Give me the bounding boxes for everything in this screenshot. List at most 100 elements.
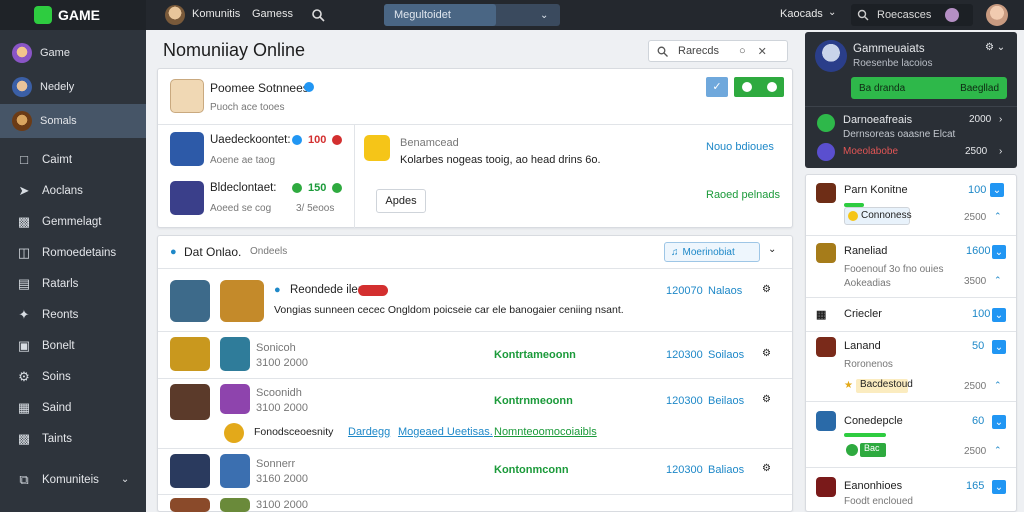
divider — [806, 235, 1016, 236]
panel-action-button[interactable]: Ba dranda Baegllad — [851, 77, 1007, 99]
sidebar-item-reonts[interactable]: ✦ Reonts — [0, 299, 146, 330]
dropdown-value: Megultoidet — [384, 4, 496, 26]
row-stat: 120070 — [666, 285, 703, 297]
chevron-down-icon[interactable]: ⌄ — [768, 244, 776, 255]
feed-link[interactable]: Nouo bdioues — [706, 141, 774, 153]
kaocads-menu[interactable]: Kaocads — [780, 8, 823, 20]
game-thumb[interactable] — [170, 384, 210, 420]
refresh-icon[interactable]: ○ — [739, 45, 746, 57]
chevron-up-icon[interactable]: ⌃ — [994, 211, 1002, 222]
logo-icon — [34, 6, 52, 24]
check-button[interactable]: ✓ — [706, 77, 728, 97]
divider — [158, 124, 792, 125]
sidebar-item-saind[interactable]: ▦ Saind — [0, 392, 146, 423]
close-icon[interactable]: ✕ — [758, 45, 767, 58]
chevron-up-icon[interactable]: ⌃ — [994, 380, 1002, 391]
user-extra: 3/ 5eoos — [296, 203, 335, 214]
list-name: Criecler — [844, 308, 882, 320]
user-count: 150 — [308, 182, 327, 194]
row-link[interactable]: Nomnteoomocoiaibls — [494, 426, 597, 438]
game-thumb[interactable] — [170, 280, 210, 322]
sidebar-item-bonelt[interactable]: ▣ Bonelt — [0, 330, 146, 361]
game-thumb[interactable] — [220, 498, 250, 512]
verified-icon — [292, 135, 302, 145]
game-thumb[interactable] — [220, 280, 264, 322]
settings-icon[interactable]: ⚙ — [762, 394, 771, 405]
expand-button[interactable]: ⌄ — [992, 245, 1006, 259]
controller-icon: ▩ — [17, 213, 31, 229]
sidebar-item-romoedetains[interactable]: ◫ Romoedetains — [0, 237, 146, 268]
game-thumb[interactable] — [220, 454, 250, 488]
right-dark-panel: Gammeuaiats ⚙ ⌄ Roesenbe lacoios Ba dran… — [805, 32, 1017, 168]
user-avatar[interactable] — [986, 4, 1008, 26]
search-value: Rarecds — [678, 45, 719, 57]
search-input[interactable]: Roecasces — [851, 4, 973, 26]
feed-icon — [364, 135, 390, 161]
apdes-button[interactable]: Apdes — [376, 189, 426, 213]
expand-button[interactable]: ⌄ — [990, 183, 1004, 197]
sidebar-item-gemmelagt[interactable]: ▩ Gemmelagt — [0, 206, 146, 237]
feed-link[interactable]: Raoed pelnads — [706, 189, 780, 201]
game-thumb[interactable] — [170, 454, 210, 488]
gear-icon[interactable]: ⚙ ⌄ — [985, 42, 1005, 53]
sidebar-item-caimt[interactable]: □ Caimt — [0, 144, 146, 175]
page-title: Nomuniiay Online — [163, 40, 306, 60]
nav-games[interactable]: Gamess — [252, 8, 293, 20]
divider — [805, 106, 1017, 107]
filter-dropdown[interactable]: ♫ Moerinobiat — [664, 242, 760, 262]
search-icon[interactable] — [311, 8, 325, 22]
main-dropdown[interactable]: Megultoidet ⌄ — [384, 4, 560, 26]
game-thumb[interactable] — [220, 337, 250, 371]
row-link[interactable]: Fonodsceoesnity — [254, 426, 333, 438]
sidebar-item-game[interactable]: Game — [0, 36, 146, 70]
panel-title: Gammeuaiats — [853, 43, 925, 55]
button-label: Ba dranda — [859, 82, 906, 94]
row-status: Kontrnmeoonn — [494, 395, 573, 407]
expand-button[interactable]: ⌄ — [992, 308, 1006, 322]
app-logo[interactable]: GAME — [0, 0, 146, 30]
online-icon: ● — [170, 246, 177, 258]
game-icon — [816, 477, 836, 497]
row-link[interactable]: Mogeaed Ueetisas. — [398, 426, 493, 438]
chevron-up-icon[interactable]: ⌃ — [994, 445, 1002, 456]
progress-bar — [844, 433, 886, 437]
game-thumb[interactable] — [170, 498, 210, 512]
row-stat-label: Baliaos — [708, 464, 745, 476]
settings-icon[interactable]: ⚙ — [762, 348, 771, 359]
game-icon: ▦ — [816, 309, 827, 321]
settings-icon[interactable]: ⚙ — [762, 463, 771, 474]
row-link[interactable]: Dardegg — [348, 426, 390, 438]
nav-komunitis[interactable]: Komunitis — [192, 8, 240, 20]
sidebar-item-aoclans[interactable]: ➤ Aoclans — [0, 175, 146, 206]
sidebar-item-label: Aoclans — [42, 184, 83, 197]
avatar — [170, 79, 204, 113]
status-icon — [332, 183, 342, 193]
sidebar-item-label: Somals — [40, 115, 77, 127]
chevron-down-icon[interactable]: ⌄ — [828, 7, 836, 18]
divider — [806, 297, 1016, 298]
avatar[interactable] — [165, 5, 185, 25]
settings-icon[interactable]: ⚙ — [762, 284, 771, 295]
game-thumb[interactable] — [170, 337, 210, 371]
expand-button[interactable]: ⌄ — [992, 340, 1006, 354]
list-num: 2500 — [964, 446, 987, 457]
sidebar-item-soins[interactable]: ⚙ Soins — [0, 361, 146, 392]
sidebar-item-nedely[interactable]: Nedely — [0, 70, 146, 104]
music-icon: ♫ — [671, 246, 679, 258]
sidebar-item-somals[interactable]: Somals — [0, 104, 146, 138]
sidebar-item-komuniteis[interactable]: ⧉ Komuniteis ⌄ — [0, 464, 146, 495]
tag-chip: Bacdestoud — [856, 379, 913, 393]
sidebar-item-label: Saind — [42, 401, 72, 414]
main-search[interactable]: Rarecds ○ ✕ — [648, 40, 788, 62]
sidebar-item-taints[interactable]: ▩ Taints — [0, 423, 146, 454]
profile-subtitle: Puoch ace tooes — [210, 102, 285, 113]
expand-button[interactable]: ⌄ — [992, 415, 1006, 429]
chevron-right-icon[interactable]: › — [999, 114, 1002, 125]
chevron-right-icon[interactable]: › — [999, 146, 1002, 157]
panel-row-value: 2500 — [965, 146, 988, 157]
toggle-button[interactable] — [734, 77, 784, 97]
game-thumb[interactable] — [220, 384, 250, 414]
chevron-up-icon[interactable]: ⌃ — [994, 275, 1002, 286]
expand-button[interactable]: ⌄ — [992, 480, 1006, 494]
sidebar-item-ratarls[interactable]: ▤ Ratarls — [0, 268, 146, 299]
